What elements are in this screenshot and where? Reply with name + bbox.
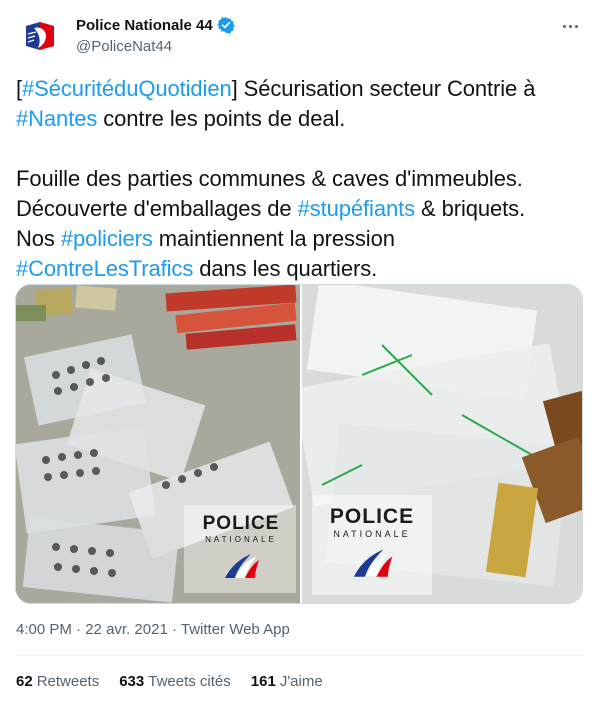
tweet-time[interactable]: 4:00 PM [16,621,72,638]
police-logo-right: POLICE NATIONALE [312,505,432,584]
marianne-logo-icon [16,12,64,60]
hashtag-nantes[interactable]: #Nantes [16,106,97,131]
tweet-date[interactable]: 22 avr. 2021 [85,621,168,638]
tweet-source[interactable]: Twitter Web App [181,621,290,638]
photo-plastic-bags[interactable]: POLICE NATIONALE [302,285,582,603]
tweet-header: Police Nationale 44 @PoliceNat44 [16,12,584,62]
tweet-line-3: Fouille des parties communes & caves d'i… [16,166,523,191]
tweet-line-2: #Nantes contre les points de deal. [16,106,346,131]
quotes-stat[interactable]: 633 Tweets cités [119,673,231,690]
handle[interactable]: @PoliceNat44 [76,38,235,55]
police-logo-left: POLICE NATIONALE [186,513,296,585]
hashtag-securiteduquotidien[interactable]: #SécuritéduQuotidien [22,76,232,101]
display-name[interactable]: Police Nationale 44 [76,17,213,34]
tweet-stats: 62 Retweets 633 Tweets cités 161 J'aime [16,673,323,690]
hashtag-policiers[interactable]: #policiers [61,226,153,251]
verified-badge-icon [216,16,235,34]
flag-swoosh-icon [353,549,393,578]
retweets-stat[interactable]: 62 Retweets [16,673,99,690]
hashtag-stupefiants[interactable]: #stupéfiants [298,196,416,221]
tweet-text: [#SécuritéduQuotidien] Sécurisation sect… [16,74,586,284]
more-options-icon[interactable] [556,16,584,36]
tweet-line-6: #ContreLesTrafics dans les quartiers. [16,256,378,281]
divider [16,655,584,656]
likes-stat[interactable]: 161 J'aime [251,673,323,690]
tweet-meta: 4:00 PM · 22 avr. 2021 · Twitter Web App [16,621,290,638]
tweet-line-1: [#SécuritéduQuotidien] Sécurisation sect… [16,76,536,101]
tweet: Police Nationale 44 @PoliceNat44 [#Sécur… [0,0,600,701]
avatar[interactable] [16,12,64,60]
flag-swoosh-icon [225,554,259,579]
photo-seized-bags[interactable]: POLICE NATIONALE [16,285,300,603]
author-info: Police Nationale 44 @PoliceNat44 [76,14,235,55]
tweet-line-5: Nos #policiers maintiennent la pression [16,226,395,251]
media-grid: POLICE NATIONALE POLICE NATIONALE [15,284,583,604]
tweet-line-4: Découverte d'emballages de #stupéfiants … [16,196,526,221]
hashtag-contrelestrafics[interactable]: #ContreLesTrafics [16,256,193,281]
